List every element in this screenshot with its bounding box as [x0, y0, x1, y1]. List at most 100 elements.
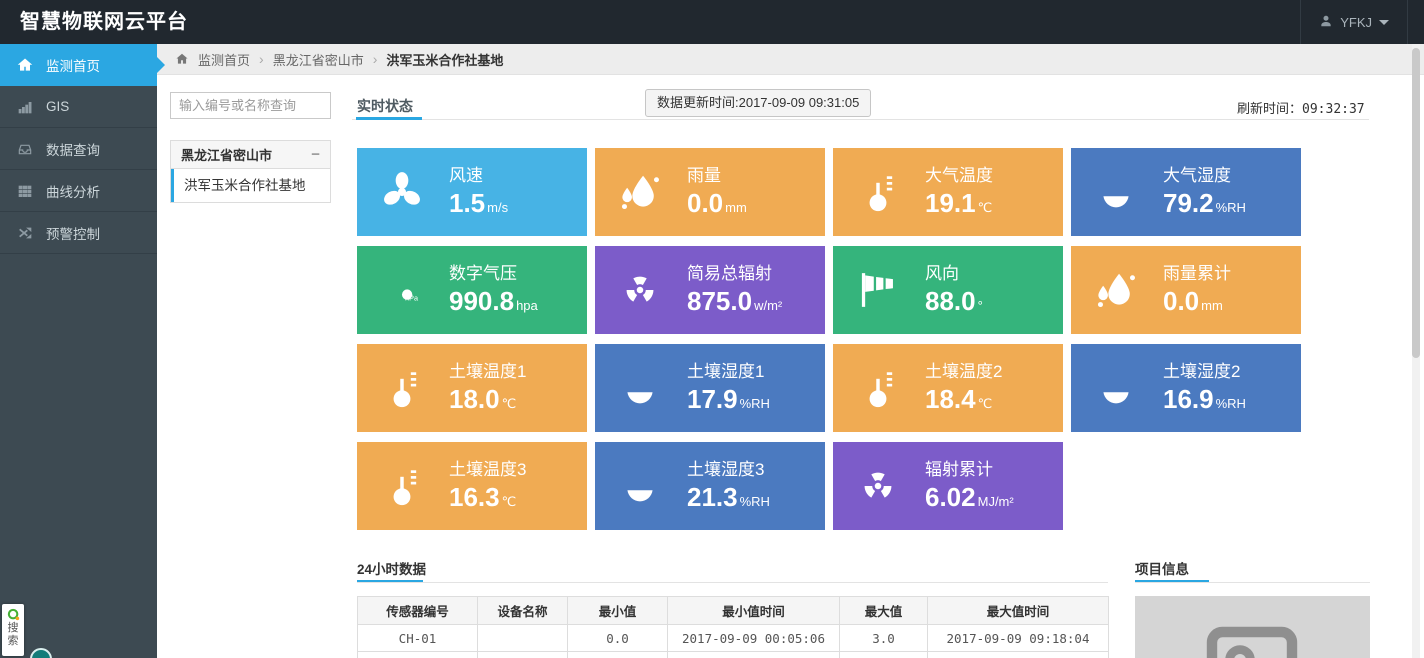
- sensor-tile-土壤湿度2: 土壤湿度216.9%RH: [1071, 344, 1301, 432]
- breadcrumb-item[interactable]: 监测首页: [198, 50, 250, 69]
- table-cell: CH-01: [358, 625, 478, 652]
- tile-label: 土壤温度3: [449, 455, 526, 480]
- tile-unit: %RH: [740, 494, 770, 509]
- table-header: 最大值时间: [928, 597, 1109, 625]
- humidity-drop-icon: [617, 365, 663, 411]
- search-helper-widget[interactable]: 搜 索: [2, 604, 24, 656]
- tile-label: 数字气压: [449, 259, 517, 284]
- sidebar-item-曲线分析[interactable]: 曲线分析: [0, 170, 157, 212]
- table-row: CH-010.02017-09-09 00:05:063.02017-09-09…: [358, 625, 1109, 652]
- sensor-tiles: 风速1.5m/s雨量0.0mm大气温度19.1℃大气湿度79.2%RHhPa数字…: [357, 148, 1305, 530]
- thermometer-icon: [379, 463, 425, 509]
- image-placeholder-icon: [1202, 624, 1302, 658]
- fan-icon: [379, 169, 425, 215]
- user-menu[interactable]: YFKJ: [1300, 0, 1408, 44]
- tile-label: 简易总辐射: [687, 259, 772, 284]
- data-update-time-button[interactable]: 数据更新时间:2017-09-09 09:31:05: [645, 89, 871, 117]
- table-cell: [668, 652, 840, 658]
- tile-unit: w/m²: [754, 298, 782, 313]
- tile-unit: ℃: [978, 396, 993, 412]
- sidebar-item-预警控制[interactable]: 预警控制: [0, 212, 157, 254]
- sidebar-item-GIS[interactable]: GIS: [0, 86, 157, 128]
- vertical-scrollbar: [1412, 44, 1420, 658]
- sensor-tile-辐射累计: 辐射累计6.02MJ/m²: [833, 442, 1063, 530]
- app-header: 智慧物联网云平台 YFKJ: [0, 0, 1424, 44]
- tile-value: 17.9: [687, 384, 738, 415]
- svg-text:hPa: hPa: [405, 293, 419, 302]
- collapse-minus-icon[interactable]: −: [311, 146, 320, 163]
- sidebar-item-label: 监测首页: [46, 55, 100, 75]
- tile-unit: m/s: [487, 200, 508, 215]
- raindrops-icon: [617, 169, 663, 215]
- tile-value: 18.0: [449, 384, 500, 415]
- tree-item-label: 洪军玉米合作社基地: [184, 178, 306, 193]
- tile-label: 土壤温度1: [449, 357, 526, 382]
- user-name: YFKJ: [1340, 15, 1372, 30]
- tile-unit: %RH: [1216, 200, 1246, 215]
- tile-unit: hpa: [516, 298, 538, 313]
- tab-24h-data[interactable]: 24小时数据: [357, 558, 426, 578]
- tile-unit: ℃: [978, 200, 993, 216]
- sensor-tile-土壤湿度3: 土壤湿度321.3%RH: [595, 442, 825, 530]
- table-cell: [478, 652, 568, 658]
- tab-realtime-status[interactable]: 实时状态: [357, 96, 413, 116]
- refresh-time: 刷新时间：09:32:37: [1237, 98, 1365, 117]
- section-divider: [1135, 582, 1370, 583]
- sidebar-item-监测首页[interactable]: 监测首页: [0, 44, 157, 86]
- breadcrumb-separator: ›: [373, 51, 378, 67]
- tile-value: 0.0: [1163, 286, 1199, 317]
- tile-value: 6.02: [925, 482, 976, 513]
- sensor-tile-大气温度: 大气温度19.1℃: [833, 148, 1063, 236]
- tile-value: 990.8: [449, 286, 514, 317]
- search-input[interactable]: [170, 92, 331, 119]
- thermometer-icon: [379, 365, 425, 411]
- tile-value: 79.2: [1163, 188, 1214, 219]
- humidity-drop-icon: [617, 463, 663, 509]
- tile-unit: mm: [725, 200, 747, 215]
- app-title: 智慧物联网云平台: [20, 0, 188, 44]
- tree-group-header[interactable]: 黑龙江省密山市 −: [170, 140, 331, 169]
- tab-active-underline: [356, 117, 422, 120]
- home-icon: [17, 57, 33, 73]
- table-cell: [358, 652, 478, 658]
- tile-unit: MJ/m²: [978, 494, 1014, 509]
- tile-label: 土壤湿度3: [687, 455, 764, 480]
- sensor-stats-table: 传感器编号设备名称最小值最小值时间最大值最大值时间 CH-010.02017-0…: [357, 596, 1109, 658]
- windsock-icon: [855, 267, 901, 313]
- sensor-tile-简易总辐射: 简易总辐射875.0w/m²: [595, 246, 825, 334]
- sidebar: 监测首页 GIS 数据查询曲线分析预警控制: [0, 44, 157, 658]
- tile-label: 土壤湿度2: [1163, 357, 1240, 382]
- section-divider: [357, 582, 1108, 583]
- table-header: 传感器编号: [358, 597, 478, 625]
- tile-label: 风向: [925, 259, 959, 284]
- tile-value: 16.9: [1163, 384, 1214, 415]
- widget-text-line: 索: [2, 635, 24, 648]
- tab-divider: [352, 119, 1369, 120]
- sidebar-item-数据查询[interactable]: 数据查询: [0, 128, 157, 170]
- scrollbar-thumb[interactable]: [1412, 48, 1420, 358]
- table-header: 设备名称: [478, 597, 568, 625]
- page: 智慧物联网云平台 YFKJ 监测首页›黑龙江省密山市›洪军玉米合作社基地 监测首…: [0, 0, 1424, 658]
- humidity-drop-icon: [1093, 365, 1139, 411]
- sidebar-item-label: GIS: [46, 99, 69, 114]
- sensor-tile-土壤湿度1: 土壤湿度117.9%RH: [595, 344, 825, 432]
- tree-item-base[interactable]: 洪军玉米合作社基地: [170, 169, 331, 203]
- table-header: 最小值时间: [668, 597, 840, 625]
- sidebar-item-label: 预警控制: [46, 223, 100, 243]
- sensor-tile-土壤温度2: 土壤温度218.4℃: [833, 344, 1063, 432]
- tile-label: 辐射累计: [925, 455, 993, 480]
- thermometer-icon: [855, 365, 901, 411]
- breadcrumb-item[interactable]: 黑龙江省密山市: [273, 50, 364, 69]
- tile-unit: ℃: [502, 494, 517, 510]
- table-header: 最大值: [840, 597, 928, 625]
- breadcrumb-item: 洪军玉米合作社基地: [386, 50, 503, 69]
- table-cell: [478, 625, 568, 652]
- tile-value: 875.0: [687, 286, 752, 317]
- table-cell: [840, 652, 928, 658]
- device-tree: 黑龙江省密山市 − 洪军玉米合作社基地: [170, 140, 331, 203]
- tab-project-info[interactable]: 项目信息: [1135, 558, 1189, 578]
- tile-unit: ℃: [502, 396, 517, 412]
- user-icon: [1319, 14, 1333, 31]
- sensor-tile-雨量: 雨量0.0mm: [595, 148, 825, 236]
- tile-label: 风速: [449, 161, 483, 186]
